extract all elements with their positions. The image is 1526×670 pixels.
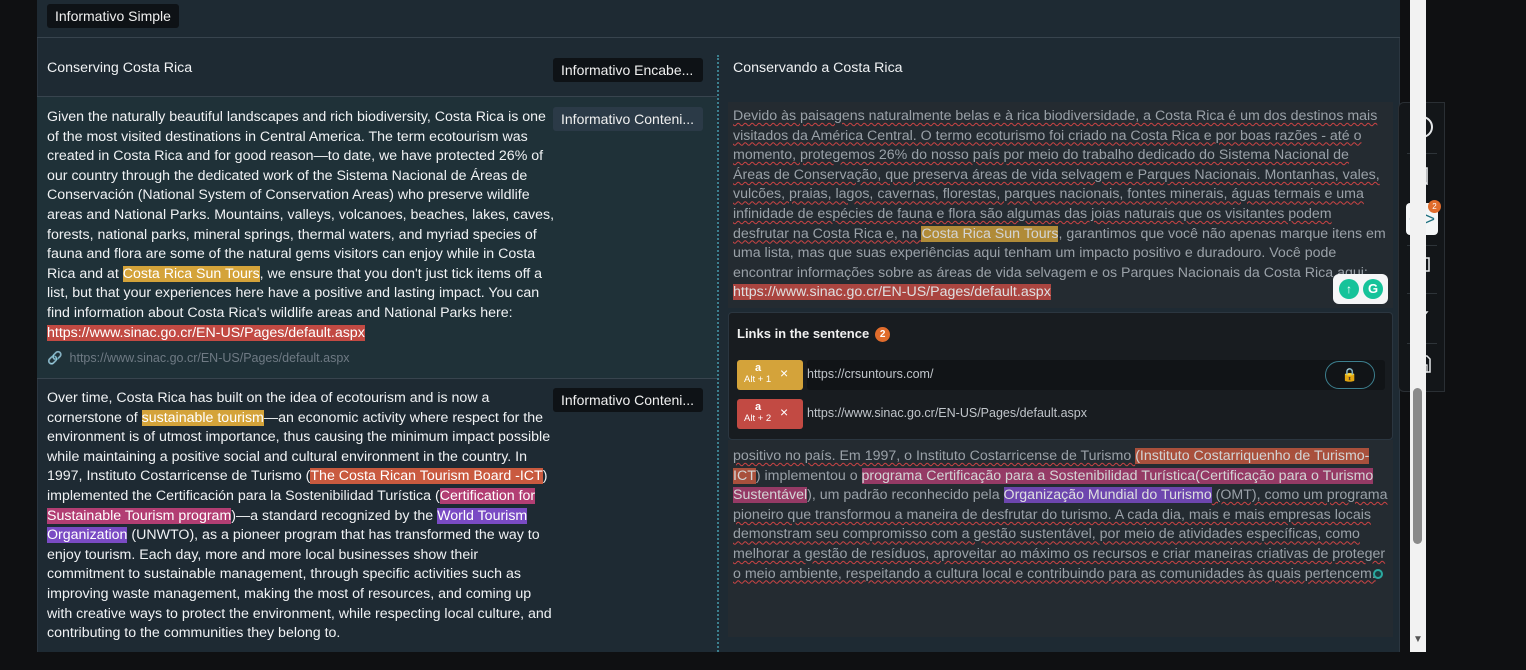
link-icon: 🔗 (47, 351, 63, 365)
links-panel: Links in the sentence 2 a Alt + 1 × https… (728, 312, 1393, 440)
target-text-1[interactable]: Devido às paisagens naturalmente belas e… (733, 107, 1388, 303)
link-url-1[interactable]: https://crsuntours.com/ (807, 360, 1385, 390)
links-panel-title: Links in the sentence 2 (737, 326, 891, 342)
links-count-badge: 2 (875, 327, 891, 342)
remove-link-icon[interactable]: × (780, 365, 788, 381)
scroll-down-arrow-icon[interactable]: ▼ (1411, 634, 1425, 646)
tag-highlight-sun-tours[interactable]: Costa Rica Sun Tours (122, 265, 260, 282)
link-chip-1[interactable]: a Alt + 1 × (737, 360, 803, 390)
target-tag-wto[interactable]: Organização Mundial do Turismo (1003, 487, 1212, 504)
remove-link-icon[interactable]: × (780, 404, 788, 420)
tag-highlight-sinac-url[interactable]: https://www.sinac.go.cr/EN-US/Pages/defa… (47, 324, 365, 341)
link-url-2[interactable]: https://www.sinac.go.cr/EN-US/Pages/defa… (807, 399, 1385, 429)
app-frame: Informativo Simple Conserving Costa Rica… (0, 0, 1526, 670)
tags-badge: 2 (1428, 200, 1441, 213)
lock-icon[interactable]: 🔒 (1325, 361, 1375, 389)
style-tag-content-2[interactable]: Informativo Conteni... (553, 388, 703, 412)
tag-highlight-ict[interactable]: The Costa Rican Tourism Board -ICT (310, 468, 543, 485)
column-divider (717, 55, 719, 652)
source-heading[interactable]: Conserving Costa Rica (47, 60, 192, 76)
target-heading[interactable]: Conservando a Costa Rica (733, 60, 903, 76)
link-row-1[interactable]: a Alt + 1 × https://crsuntours.com/ 🔒 (737, 360, 1385, 390)
target-tag-sun-tours[interactable]: Costa Rica Sun Tours (921, 225, 1059, 242)
target-text-2[interactable]: positivo no país. Em 1997, o Instituto C… (733, 447, 1388, 584)
grammarly-suggest-icon[interactable]: ↑ (1339, 279, 1359, 299)
source-text-1[interactable]: Given the naturally beautiful landscapes… (47, 108, 555, 343)
segment-status-dot[interactable] (1373, 569, 1383, 579)
link-chip-2[interactable]: a Alt + 2 × (737, 399, 803, 429)
style-tag-heading[interactable]: Informativo Encabe... (553, 58, 703, 82)
target-tag-sinac-url[interactable]: https://www.sinac.go.cr/EN-US/Pages/defa… (733, 284, 1051, 301)
link-hint[interactable]: 🔗 https://www.sinac.go.cr/EN-US/Pages/de… (47, 351, 350, 366)
source-text-2[interactable]: Over time, Costa Rica has built on the i… (47, 389, 555, 644)
scrollbar[interactable] (1410, 0, 1426, 652)
style-tag-simple[interactable]: Informativo Simple (47, 4, 179, 28)
top-segment-row (37, 0, 1400, 38)
scrollbar-thumb[interactable] (1413, 388, 1422, 544)
style-tag-content-1[interactable]: Informativo Conteni... (553, 107, 703, 131)
grammarly-widget[interactable]: ↑ G (1333, 274, 1388, 304)
grammarly-logo-icon[interactable]: G (1363, 279, 1383, 299)
tag-highlight-sustainable[interactable]: sustainable tourism (141, 409, 264, 426)
link-row-2[interactable]: a Alt + 2 × https://www.sinac.go.cr/EN-U… (737, 399, 1385, 429)
